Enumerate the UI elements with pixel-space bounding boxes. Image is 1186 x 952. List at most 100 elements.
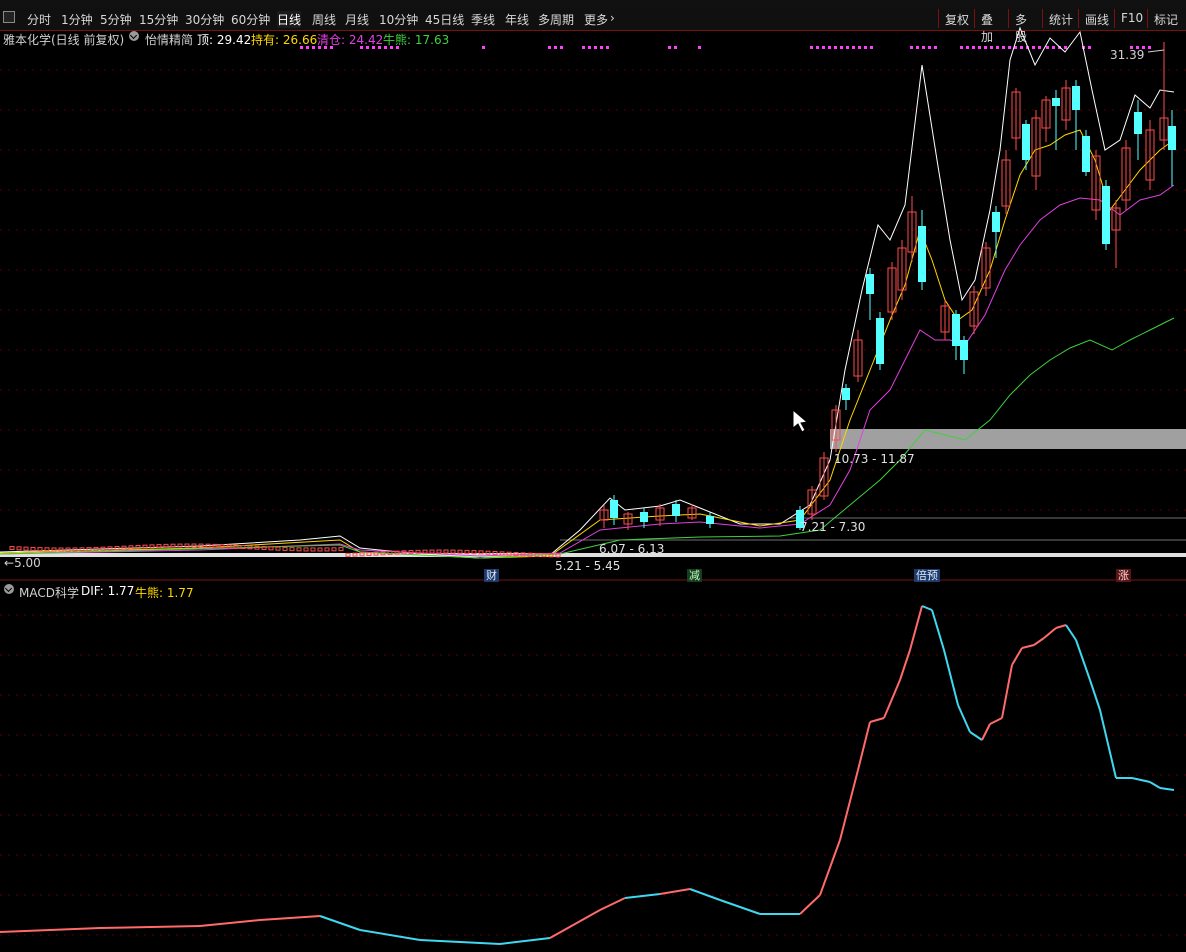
signal-dot (318, 46, 321, 49)
candle-small (128, 545, 134, 550)
low-price-value: 5.00 (14, 556, 41, 570)
macd-curve-segment (883, 679, 901, 719)
signal-dot (966, 46, 969, 49)
signal-dot (1008, 46, 1011, 49)
price-zone-band (830, 429, 1186, 449)
candle-small (436, 549, 442, 554)
candle-small (394, 550, 400, 555)
zone-label-6: 6.07 - 6.13 (599, 542, 665, 556)
signal-dot (606, 46, 609, 49)
signal-dot (852, 46, 855, 49)
macd-curve-segment (909, 605, 923, 651)
signal-dot (870, 46, 873, 49)
signal-dot (390, 46, 393, 49)
signal-dot (816, 46, 819, 49)
candle-body-down (672, 504, 680, 516)
signal-dot (1046, 46, 1049, 49)
candle-small (191, 543, 197, 548)
event-badge-finance[interactable]: 财 (484, 569, 499, 582)
candle-small (233, 544, 239, 549)
candle-small (51, 547, 57, 552)
candle-small (135, 544, 141, 549)
signal-dot (378, 46, 381, 49)
candle-small (44, 547, 50, 552)
candle-body-down (1102, 186, 1110, 244)
macd-curve-segment (1011, 647, 1023, 666)
candle-small (275, 546, 281, 551)
macd-curve-segment (419, 939, 501, 945)
signal-dot (668, 46, 671, 49)
candle-small (415, 549, 421, 554)
signal-dot (916, 46, 919, 49)
macd-curve-segment (259, 915, 321, 921)
candle-small (303, 547, 309, 552)
signal-dot (934, 46, 937, 49)
signal-dot (360, 46, 363, 49)
candle-small (429, 549, 435, 554)
signal-dot (810, 46, 813, 49)
signal-dot (372, 46, 375, 49)
candle-small (177, 543, 183, 548)
high-price-marker: 31.39 (1110, 48, 1145, 62)
signal-dot (554, 46, 557, 49)
signal-dot (582, 46, 585, 49)
candle-small (156, 544, 162, 549)
candle-small (184, 543, 190, 548)
macd-curve-segment (1099, 709, 1117, 779)
candle-body-down (992, 212, 1000, 232)
candle-small (163, 543, 169, 548)
macd-curve-segment (969, 731, 983, 741)
signal-dot (1052, 46, 1055, 49)
mouse-cursor-icon (792, 408, 809, 433)
macd-dif-value: DIF: 1.77 (81, 584, 135, 598)
macd-curve-segment (857, 721, 871, 771)
candle-small (58, 547, 64, 552)
zone-label-7: 7.21 - 7.30 (800, 520, 866, 534)
macd-curve-segment (1149, 781, 1161, 789)
candle-small (240, 544, 246, 549)
macd-curve-segment (719, 899, 761, 915)
signal-dot (674, 46, 677, 49)
signal-dot (312, 46, 315, 49)
signal-dot (960, 46, 963, 49)
macd-curve-segment (1033, 637, 1045, 646)
macd-curve-segment (869, 717, 885, 723)
signal-dot (978, 46, 981, 49)
signal-dot (594, 46, 597, 49)
macd-curve-segment (1055, 624, 1067, 629)
macd-curve-segment (1089, 679, 1101, 711)
macd-curve-segment (1043, 627, 1057, 639)
candle-small (450, 549, 456, 554)
macd-curve-segment (957, 704, 971, 733)
signal-dot (822, 46, 825, 49)
kline-chart-canvas[interactable] (0, 0, 1186, 952)
candle-small (443, 549, 449, 554)
macd-curve-segment (943, 649, 959, 706)
candle-small (289, 547, 295, 552)
candle-body-down (1052, 98, 1060, 106)
event-badge-reduce[interactable]: 减 (687, 569, 702, 582)
macd-curve-segment (981, 723, 991, 741)
signal-dot (972, 46, 975, 49)
signal-dot (928, 46, 931, 49)
candle-body-down (842, 388, 850, 400)
clear-line (0, 184, 1175, 557)
event-badge-rise[interactable]: 涨 (1116, 569, 1131, 582)
macd-curve-segment (319, 915, 361, 931)
signal-dot (858, 46, 861, 49)
macd-curve-segment (1075, 639, 1091, 681)
event-badge-forecast[interactable]: 倍预 (914, 569, 940, 582)
signal-dot (922, 46, 925, 49)
candle-body-down (952, 314, 960, 346)
signal-dot (306, 46, 309, 49)
signal-dot (840, 46, 843, 49)
candle-body-down (1072, 86, 1080, 110)
signal-dot (548, 46, 551, 49)
candle-small (478, 550, 484, 555)
chevron-down-icon[interactable] (4, 584, 14, 594)
signal-dot (834, 46, 837, 49)
signal-dot (1020, 46, 1023, 49)
signal-dot (910, 46, 913, 49)
signal-dot (600, 46, 603, 49)
macd-name[interactable]: MACD科学 (19, 584, 79, 601)
